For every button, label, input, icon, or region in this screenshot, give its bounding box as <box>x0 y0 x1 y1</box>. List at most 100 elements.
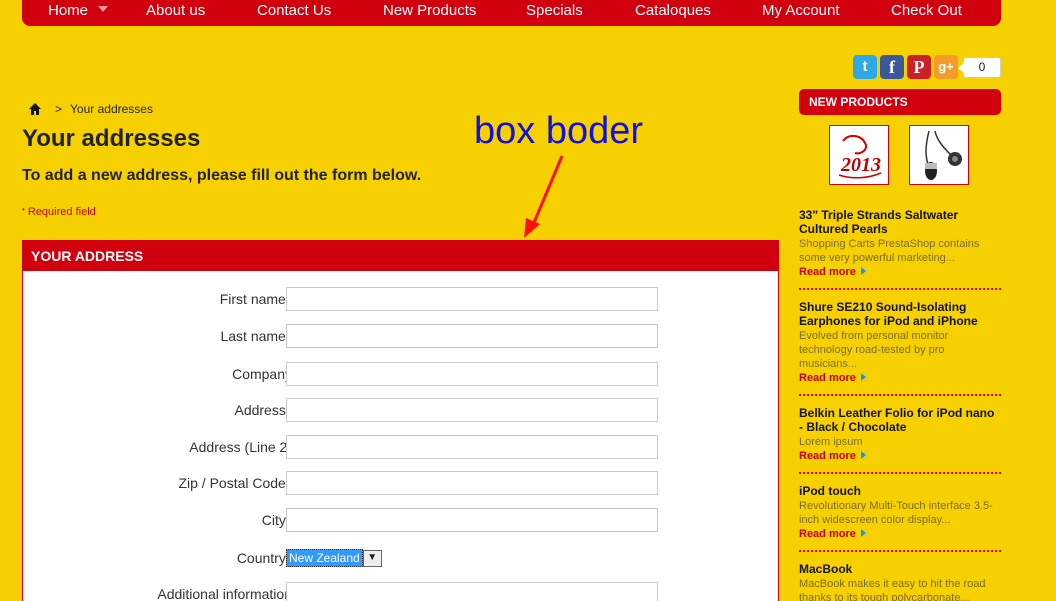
postal-code-label: Zip / Postal Code• <box>178 475 292 491</box>
page-subtitle: To add a new address, please fill out th… <box>22 167 422 184</box>
read-more-label: Read more <box>799 266 856 278</box>
annotation-text: box boder <box>474 110 644 152</box>
city-field[interactable] <box>286 508 658 532</box>
last-name-row: Last name• <box>23 324 780 348</box>
annotation-arrow-icon <box>524 155 564 238</box>
read-more-label: Read more <box>799 372 856 384</box>
nav-new-products[interactable]: New Products <box>383 2 476 19</box>
company-field[interactable] <box>286 362 658 386</box>
product-item: iPod touch Revolutionary Multi-Touch int… <box>799 484 1001 540</box>
address-form-box: YOUR ADDRESS First name• Last name• Comp… <box>22 240 779 601</box>
breadcrumb-current: Your addresses <box>70 102 153 116</box>
nav-about-us[interactable]: About us <box>146 2 205 19</box>
required-field-note: • Required field <box>22 205 96 218</box>
pinterest-icon[interactable]: P <box>907 55 931 79</box>
arrow-right-icon <box>860 373 866 381</box>
additional-info-field[interactable] <box>286 582 658 601</box>
product-title[interactable]: MacBook <box>799 562 1001 576</box>
first-name-row: First name• <box>23 287 780 311</box>
divider <box>799 288 1001 290</box>
earphones-image-icon <box>925 130 962 180</box>
product-description: Lorem ipsum <box>799 436 863 448</box>
page-title: Your addresses <box>22 125 201 152</box>
product-item: Shure SE210 Sound-Isolating Earphones fo… <box>799 300 1001 384</box>
address-field[interactable] <box>286 398 658 422</box>
product-title[interactable]: 33" Triple Strands Saltwater Cultured Pe… <box>799 208 1001 236</box>
product-description: Revolutionary Multi-Touch interface 3.5-… <box>799 500 993 526</box>
address-line2-label: Address (Line 2) <box>189 439 292 455</box>
postal-code-label-text: Zip / Postal Code <box>178 475 286 491</box>
read-more-label: Read more <box>799 450 856 462</box>
chevron-down-icon[interactable] <box>98 6 109 12</box>
required-marker: • <box>22 205 25 214</box>
country-selected-value: New Zealand <box>286 549 363 567</box>
nav-home[interactable]: Home <box>48 2 109 19</box>
arrow-right-icon <box>860 529 866 537</box>
country-label-text: Country <box>236 550 286 566</box>
postal-code-field[interactable] <box>286 471 658 495</box>
svg-text:2013: 2013 <box>840 154 881 176</box>
product-item: 33" Triple Strands Saltwater Cultured Pe… <box>799 208 1001 278</box>
postal-code-row: Zip / Postal Code• <box>23 471 780 495</box>
share-count-badge: 0 <box>958 57 1001 78</box>
arrow-right-icon <box>860 267 866 275</box>
country-row: Country• New Zealand ▼ <box>23 546 780 570</box>
product-item: Belkin Leather Folio for iPod nano - Bla… <box>799 406 1001 462</box>
product-title[interactable]: Shure SE210 Sound-Isolating Earphones fo… <box>799 300 1001 328</box>
arrow-right-icon <box>860 451 866 459</box>
last-name-label: Last name• <box>220 328 292 344</box>
last-name-label-text: Last name <box>220 328 286 344</box>
form-header: YOUR ADDRESS <box>23 241 778 271</box>
product-description: Evolved from personal monitor technology… <box>799 330 949 370</box>
additional-info-row: Additional information <box>23 582 780 601</box>
google-plus-icon[interactable]: g+ <box>934 55 958 79</box>
product-thumbnail-2013[interactable]: 2013 <box>829 125 889 185</box>
product-description: MacBook makes it easy to hit the road th… <box>799 578 986 601</box>
read-more-link[interactable]: Read more <box>799 266 1001 278</box>
nav-my-account[interactable]: My Account <box>762 2 840 19</box>
product-title[interactable]: Belkin Leather Folio for iPod nano - Bla… <box>799 406 1001 434</box>
address-line2-row: Address (Line 2) <box>23 435 780 459</box>
city-row: City• <box>23 508 780 532</box>
country-label: Country• <box>237 550 292 566</box>
new-products-header: NEW PRODUCTS <box>799 89 1001 115</box>
breadcrumb: > Your addresses <box>29 102 153 116</box>
address-line2-field[interactable] <box>286 435 658 459</box>
home-icon[interactable] <box>29 103 41 115</box>
city-label-text: City <box>261 512 286 528</box>
nav-cataloques[interactable]: Cataloques <box>635 2 711 19</box>
company-row: Company <box>23 362 780 386</box>
calendar-2013-image-icon: 2013 <box>838 135 882 179</box>
chevron-down-icon[interactable]: ▼ <box>362 549 382 567</box>
nav-specials[interactable]: Specials <box>526 2 583 19</box>
read-more-link[interactable]: Read more <box>799 372 1001 384</box>
product-description: Shopping Carts PrestaShop contains some … <box>799 238 980 264</box>
product-title[interactable]: iPod touch <box>799 484 1001 498</box>
first-name-label: First name• <box>220 291 292 307</box>
top-nav-bar: Home About us Contact Us New Products Sp… <box>22 0 1001 26</box>
divider <box>799 472 1001 474</box>
facebook-icon[interactable]: f <box>880 55 904 79</box>
nav-check-out[interactable]: Check Out <box>891 2 962 19</box>
first-name-field[interactable] <box>286 287 658 311</box>
last-name-field[interactable] <box>286 324 658 348</box>
read-more-link[interactable]: Read more <box>799 450 1001 462</box>
twitter-icon[interactable]: t <box>853 55 877 79</box>
read-more-link[interactable]: Read more <box>799 528 1001 540</box>
nav-contact-us[interactable]: Contact Us <box>257 2 331 19</box>
product-item: MacBook MacBook makes it easy to hit the… <box>799 562 1001 601</box>
nav-home-label: Home <box>48 2 89 19</box>
company-label: Company <box>232 366 292 382</box>
country-select[interactable]: New Zealand ▼ <box>286 549 382 567</box>
required-note-text: Required field <box>27 206 96 218</box>
read-more-label: Read more <box>799 528 856 540</box>
address-row: Address• <box>23 398 780 422</box>
product-thumbnail-earphones[interactable] <box>909 125 969 185</box>
breadcrumb-separator: > <box>55 102 63 116</box>
divider <box>799 394 1001 396</box>
additional-info-label: Additional information <box>157 586 292 601</box>
address-label-text: Address <box>234 402 286 418</box>
divider <box>799 550 1001 552</box>
address-label: Address• <box>234 402 292 418</box>
first-name-label-text: First name <box>219 291 286 307</box>
